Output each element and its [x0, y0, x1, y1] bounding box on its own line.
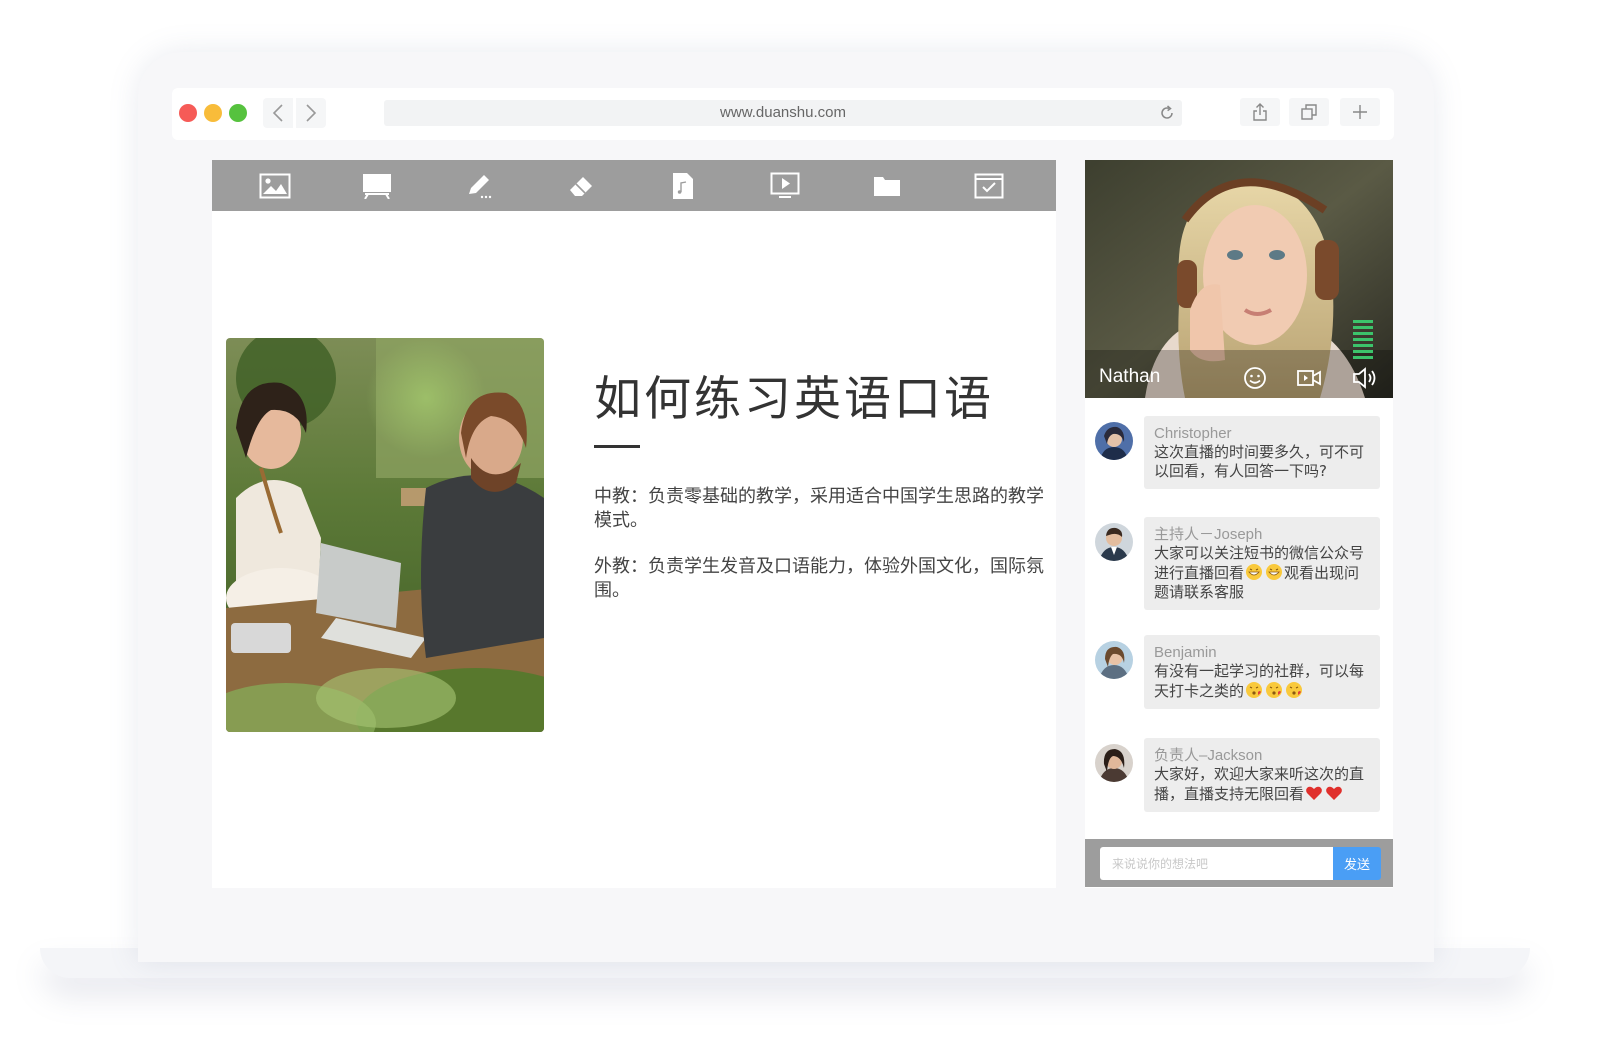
- message-sender: 主持人－Joseph: [1154, 526, 1263, 543]
- avatar: [1095, 523, 1133, 561]
- pencil-tool[interactable]: [463, 172, 495, 200]
- slide-title: 如何练习英语口语: [594, 372, 994, 427]
- forward-button[interactable]: [296, 98, 326, 128]
- live-video[interactable]: Nathan: [1085, 160, 1393, 398]
- message-sender: Benjamin: [1154, 644, 1217, 661]
- image-icon: [259, 173, 291, 199]
- message-text: 这次直播的时间要多久，可不可以回看，有人回答一下吗?: [1154, 443, 1365, 480]
- screen-tool[interactable]: [361, 172, 393, 200]
- kiss-emoji-icon: [1266, 682, 1283, 698]
- chat-panel: Christopher 这次直播的时间要多久，可不可以回看，有人回答一下吗? 主…: [1085, 398, 1393, 888]
- kiss-emoji-icon: [1286, 682, 1303, 698]
- url-text: www.duanshu.com: [720, 104, 846, 121]
- message-bubble: Christopher 这次直播的时间要多久，可不可以回看，有人回答一下吗?: [1144, 416, 1380, 489]
- presenter-name: Nathan: [1099, 366, 1161, 387]
- audio-level-meter: [1353, 320, 1373, 360]
- eraser-tool[interactable]: [565, 172, 597, 200]
- kiss-emoji-icon: [1246, 682, 1263, 698]
- message-text: 大家可以关注短书的微信公众号进行直播回看 观看出现问题请联系客服: [1154, 544, 1365, 601]
- chevron-right-icon: [306, 104, 317, 122]
- message-text: 大家好，欢迎大家来听这次的直播，直播支持无限回看: [1154, 765, 1365, 803]
- avatar: [1095, 744, 1133, 782]
- new-tab-button[interactable]: [1340, 98, 1380, 126]
- pencil-icon: [469, 175, 492, 199]
- image-tool[interactable]: [259, 172, 291, 200]
- back-button[interactable]: [263, 98, 293, 128]
- folder-tool[interactable]: [871, 172, 903, 200]
- title-divider: [594, 445, 640, 448]
- address-bar[interactable]: www.duanshu.com: [384, 100, 1182, 126]
- plus-icon: [1353, 105, 1367, 119]
- whiteboard: 如何练习英语口语 中教：负责零基础的教学，采用适合中国学生思路的教学模式。 外教…: [212, 160, 1056, 888]
- avatar: [1095, 641, 1133, 679]
- smile-icon[interactable]: [1241, 364, 1269, 392]
- chevron-left-icon: [272, 104, 283, 122]
- share-icon: [1253, 103, 1267, 121]
- chat-input-bar: 发送: [1085, 839, 1393, 887]
- music-file-icon: [673, 173, 693, 199]
- grin-emoji-icon: [1266, 564, 1283, 580]
- video-frame: [1085, 160, 1393, 398]
- chat-input[interactable]: [1100, 847, 1334, 880]
- message-bubble: Benjamin 有没有一起学习的社群，可以每天打卡之类的: [1144, 635, 1380, 709]
- message-bubble: 负责人–Jackson 大家好，欢迎大家来听这次的直播，直播支持无限回看: [1144, 738, 1380, 812]
- folder-icon: [874, 177, 900, 196]
- audio-tool[interactable]: [667, 172, 699, 200]
- message-text: 有没有一起学习的社群，可以每天打卡之类的: [1154, 662, 1365, 700]
- close-window-button[interactable]: [179, 104, 197, 122]
- whiteboard-toolbar: [212, 160, 1056, 211]
- heart-emoji-icon: [1306, 786, 1322, 800]
- checklist-tool[interactable]: [973, 172, 1005, 200]
- avatar: [1095, 422, 1133, 460]
- heart-emoji-icon: [1326, 786, 1342, 800]
- maximize-window-button[interactable]: [229, 104, 247, 122]
- speaker-icon[interactable]: [1351, 364, 1379, 392]
- slide-paragraph-foreign-teacher: 外教：负责学生发音及口语能力，体验外国文化，国际氛围。: [594, 556, 1044, 601]
- grin-emoji-icon: [1246, 564, 1263, 580]
- send-button[interactable]: 发送: [1333, 847, 1381, 880]
- video-play-icon: [770, 172, 800, 198]
- slide-photo: [226, 338, 544, 732]
- minimize-window-button[interactable]: [204, 104, 222, 122]
- projector-screen-icon: [363, 174, 391, 199]
- reload-icon[interactable]: [1158, 104, 1176, 122]
- message-bubble: 主持人－Joseph 大家可以关注短书的微信公众号进行直播回看 观看出现问题请联系…: [1144, 517, 1380, 610]
- camera-icon[interactable]: [1295, 364, 1323, 392]
- browser-toolbar: www.duanshu.com: [172, 88, 1394, 140]
- share-button[interactable]: [1240, 98, 1280, 126]
- tabs-button[interactable]: [1289, 98, 1329, 126]
- slide-paragraph-chinese-teacher: 中教：负责零基础的教学，采用适合中国学生思路的教学模式。: [594, 486, 1044, 531]
- checklist-icon: [974, 173, 1004, 199]
- eraser-icon: [570, 177, 592, 196]
- tabs-icon: [1301, 104, 1317, 120]
- message-sender: 负责人–Jackson: [1154, 747, 1263, 764]
- video-tool[interactable]: [769, 172, 801, 200]
- message-sender: Christopher: [1154, 425, 1232, 442]
